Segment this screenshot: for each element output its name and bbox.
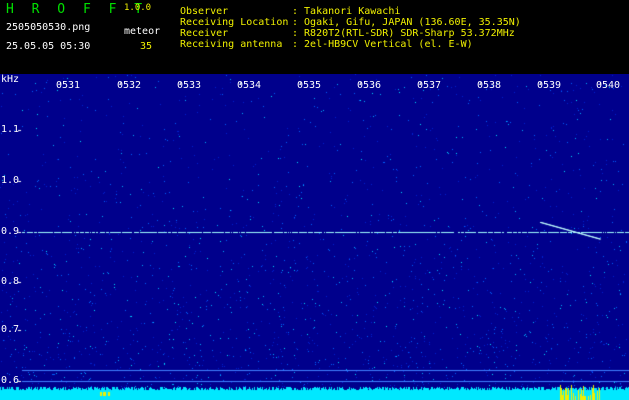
timestamp: 25.05.05 05:30 (6, 41, 91, 52)
receiver-value: : R820T2(RTL-SDR) SDR-Sharp 53.372MHz (292, 28, 515, 39)
y-tick-label: 0.6 (1, 375, 20, 386)
meteor-count: 35 (140, 41, 153, 52)
y-tick-label: 0.8 (1, 276, 20, 287)
location-key: Receiving Location (180, 17, 289, 28)
x-tick-label: 0539 (537, 80, 562, 91)
antenna-key: Receiving antenna (180, 39, 283, 50)
y-tick-label: 1.1 (1, 124, 20, 135)
antenna-value: : 2el-HB9CV Vertical (el. E-W) (292, 39, 473, 50)
x-tick-label: 0532 (117, 80, 142, 91)
observer-key: Observer (180, 6, 229, 17)
x-tick-label: 0540 (596, 80, 621, 91)
spectrogram-canvas (0, 74, 629, 400)
x-tick-label: 0538 (477, 80, 502, 91)
x-tick-label: 0531 (56, 80, 81, 91)
app-version: 1.0.0 (124, 3, 152, 13)
x-tick-label: 0535 (297, 80, 322, 91)
y-axis-unit: kHz (1, 74, 20, 85)
filename: 2505050530.png (6, 22, 91, 33)
x-tick-label: 0533 (177, 80, 202, 91)
x-tick-label: 0534 (237, 80, 262, 91)
y-tick-label: 0.7 (1, 324, 20, 335)
header-panel: H R O F F T 1.0.0 2505050530.png 25.05.0… (0, 0, 629, 74)
y-tick-label: 1.0 (1, 175, 20, 186)
y-tick-label: 0.9 (1, 226, 20, 237)
x-tick-label: 0537 (417, 80, 442, 91)
receiver-key: Receiver (180, 28, 229, 39)
x-tick-label: 0536 (357, 80, 382, 91)
location-value: : Ogaki, Gifu, JAPAN (136.60E, 35.35N) (292, 17, 521, 28)
observer-value: : Takanori Kawachi (292, 6, 401, 17)
meteor-label: meteor (124, 26, 161, 37)
